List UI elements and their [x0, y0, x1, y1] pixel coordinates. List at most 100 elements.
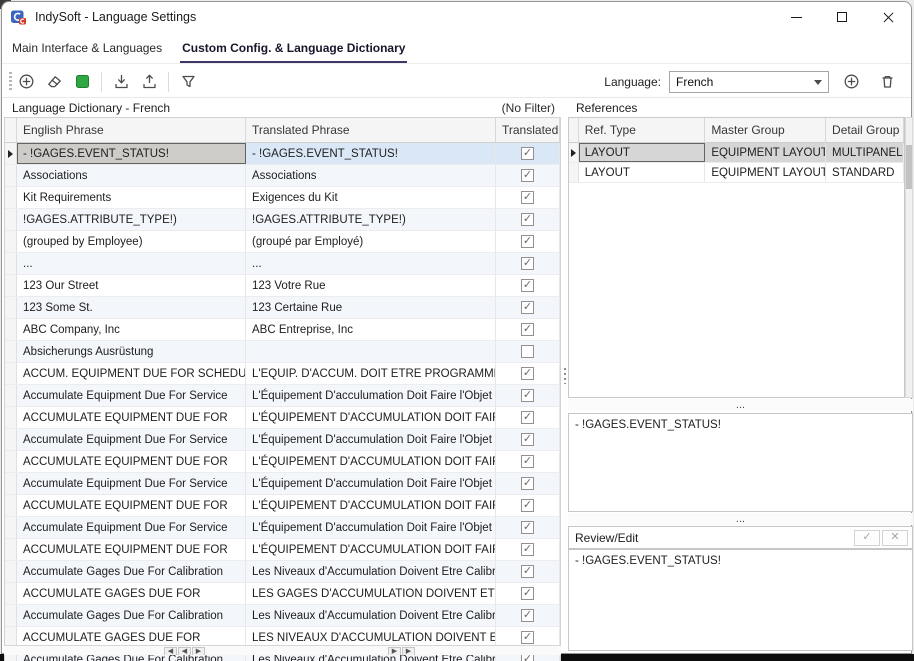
translated-checkbox[interactable] — [521, 169, 534, 182]
cell-english-phrase[interactable]: ACCUMULATE EQUIPMENT DUE FOR — [17, 539, 246, 560]
translated-checkbox[interactable] — [521, 191, 534, 204]
nav-last-button[interactable]: ▶ — [388, 647, 401, 655]
cell-translated-phrase[interactable]: L'ÉQUIPEMENT D'ACCUMULATION DOIT FAIRE L… — [246, 407, 496, 428]
cell-translated-phrase[interactable]: L'ÉQUIPEMENT D'ACCUMULATION DOIT FAIRE L… — [246, 451, 496, 472]
references-scrollbar[interactable] — [905, 117, 913, 398]
cell-translated-flag[interactable] — [496, 363, 560, 384]
table-row[interactable]: Accumulate Gages Due For Calibration Les… — [5, 605, 560, 627]
translated-checkbox[interactable] — [521, 213, 534, 226]
add-language-button[interactable] — [837, 69, 865, 95]
cell-translated-phrase[interactable]: !GAGES.ATTRIBUTE_TYPE!) — [246, 209, 496, 230]
cell-translated-phrase[interactable]: ... — [246, 253, 496, 274]
translated-checkbox[interactable] — [521, 609, 534, 622]
cell-translated-flag[interactable] — [496, 561, 560, 582]
cell-translated-phrase[interactable]: LES GAGES D'ACCUMULATION DOIVENT ETRE CA — [246, 583, 496, 604]
translated-checkbox[interactable] — [521, 323, 534, 336]
table-row[interactable]: Accumulate Equipment Due For Service L'É… — [5, 429, 560, 451]
cell-translated-flag[interactable] — [496, 275, 560, 296]
vertical-splitter-handle[interactable] — [564, 368, 566, 384]
cell-translated-flag[interactable] — [496, 297, 560, 318]
minimize-button[interactable] — [773, 2, 819, 32]
horizontal-splitter[interactable]: ... — [568, 513, 913, 525]
cell-translated-flag[interactable] — [496, 253, 560, 274]
cell-translated-flag[interactable] — [496, 517, 560, 538]
nav-next-button[interactable]: ▶ — [192, 647, 205, 655]
tab-custom-config[interactable]: Custom Config. & Language Dictionary — [180, 36, 407, 64]
cell-translated-flag[interactable] — [496, 451, 560, 472]
translated-checkbox[interactable] — [521, 565, 534, 578]
table-row[interactable]: Absicherungs Ausrüstung — [5, 341, 560, 363]
cell-translated-phrase[interactable]: Exigences du Kit — [246, 187, 496, 208]
review-edit-textbox[interactable]: - !GAGES.EVENT_STATUS! — [568, 549, 913, 651]
cell-english-phrase[interactable]: !GAGES.ATTRIBUTE_TYPE!) — [17, 209, 246, 230]
table-row[interactable]: Kit Requirements Exigences du Kit — [5, 187, 560, 209]
cell-english-phrase[interactable]: ... — [17, 253, 246, 274]
table-row[interactable]: 123 Our Street 123 Votre Rue — [5, 275, 560, 297]
cell-translated-phrase[interactable]: L'Équipement D'acculumation Doit Faire l… — [246, 385, 496, 406]
cell-english-phrase[interactable]: - !GAGES.EVENT_STATUS! — [17, 143, 246, 164]
translated-checkbox[interactable] — [521, 389, 534, 402]
cell-translated-phrase[interactable]: Les Niveaux d'Accumulation Doivent Etre … — [246, 561, 496, 582]
source-phrase-preview[interactable]: - !GAGES.EVENT_STATUS! — [568, 413, 913, 512]
cell-english-phrase[interactable]: Absicherungs Ausrüstung — [17, 341, 246, 362]
import-dictionary-button[interactable] — [107, 69, 135, 95]
table-row[interactable]: - !GAGES.EVENT_STATUS! - !GAGES.EVENT_ST… — [5, 143, 560, 165]
cell-translated-flag[interactable] — [496, 319, 560, 340]
cell-master-group[interactable]: EQUIPMENT LAYOUTS — [705, 163, 826, 182]
cell-translated-flag[interactable] — [496, 495, 560, 516]
cell-english-phrase[interactable]: ACCUM. EQUIPMENT DUE FOR SCHEDULE — [17, 363, 246, 384]
horizontal-splitter[interactable]: ... — [568, 399, 913, 411]
translated-checkbox[interactable] — [521, 433, 534, 446]
cell-translated-flag[interactable] — [496, 231, 560, 252]
nav-first-button[interactable]: ◀ — [164, 647, 177, 655]
table-row[interactable]: LAYOUT EQUIPMENT LAYOUTS MULTIPANEL- — [569, 143, 904, 163]
cell-ref-type[interactable]: LAYOUT — [579, 143, 706, 162]
table-row[interactable]: ... ... — [5, 253, 560, 275]
cell-english-phrase[interactable]: (grouped by Employee) — [17, 231, 246, 252]
table-row[interactable]: Accumulate Equipment Due For Service L'É… — [5, 517, 560, 539]
cell-english-phrase[interactable]: ACCUMULATE EQUIPMENT DUE FOR — [17, 495, 246, 516]
translated-checkbox[interactable] — [521, 455, 534, 468]
cell-english-phrase[interactable]: Accumulate Equipment Due For Service — [17, 473, 246, 494]
cell-translated-flag[interactable] — [496, 143, 560, 164]
tab-main-interface[interactable]: Main Interface & Languages — [10, 36, 164, 64]
nav-prev-button[interactable]: ◀ — [178, 647, 191, 655]
cell-english-phrase[interactable]: Kit Requirements — [17, 187, 246, 208]
translated-checkbox[interactable] — [521, 345, 534, 358]
cell-translated-phrase[interactable] — [246, 341, 496, 362]
cell-translated-phrase[interactable]: L'Équipement D'accumulation Doit Faire l… — [246, 429, 496, 450]
nav-end-button[interactable]: ▶ — [402, 647, 415, 655]
translated-checkbox[interactable] — [521, 279, 534, 292]
cell-english-phrase[interactable]: Accumulate Gages Due For Calibration — [17, 605, 246, 626]
cell-translated-flag[interactable] — [496, 605, 560, 626]
scrollbar-thumb[interactable] — [906, 145, 912, 189]
translated-checkbox[interactable] — [521, 543, 534, 556]
cell-translated-phrase[interactable]: L'EQUIP. D'ACCUM. DOIT ETRE PROGRAMMÉ — [246, 363, 496, 384]
maximize-button[interactable] — [819, 2, 865, 32]
cell-english-phrase[interactable]: ACCUMULATE GAGES DUE FOR — [17, 583, 246, 604]
delete-language-button[interactable] — [873, 69, 901, 95]
cell-translated-flag[interactable] — [496, 187, 560, 208]
cell-english-phrase[interactable]: Accumulate Equipment Due For Service — [17, 385, 246, 406]
table-row[interactable]: Accumulate Gages Due For Calibration Les… — [5, 561, 560, 583]
clear-translation-button[interactable] — [40, 69, 68, 95]
cell-ref-type[interactable]: LAYOUT — [579, 163, 706, 182]
table-row[interactable]: ACCUMULATE GAGES DUE FOR LES GAGES D'ACC… — [5, 583, 560, 605]
translated-checkbox[interactable] — [521, 235, 534, 248]
cell-translated-flag[interactable] — [496, 473, 560, 494]
column-header-ref-type[interactable]: Ref. Type — [579, 118, 706, 142]
cell-translated-phrase[interactable]: L'ÉQUIPEMENT D'ACCUMULATION DOIT FAIRE L… — [246, 539, 496, 560]
column-header-master-group[interactable]: Master Group — [705, 118, 826, 142]
cell-english-phrase[interactable]: 123 Some St. — [17, 297, 246, 318]
cell-translated-phrase[interactable]: Associations — [246, 165, 496, 186]
cell-english-phrase[interactable]: ABC Company, Inc — [17, 319, 246, 340]
table-row[interactable]: Associations Associations — [5, 165, 560, 187]
translated-checkbox[interactable] — [521, 499, 534, 512]
stop-button[interactable] — [68, 69, 96, 95]
column-header-detail-group[interactable]: Detail Group — [826, 118, 904, 142]
cell-english-phrase[interactable]: 123 Our Street — [17, 275, 246, 296]
translated-checkbox[interactable] — [521, 477, 534, 490]
close-button[interactable] — [865, 2, 911, 32]
cell-translated-phrase[interactable]: 123 Certaine Rue — [246, 297, 496, 318]
cancel-edit-button[interactable]: ✕ — [882, 530, 908, 546]
